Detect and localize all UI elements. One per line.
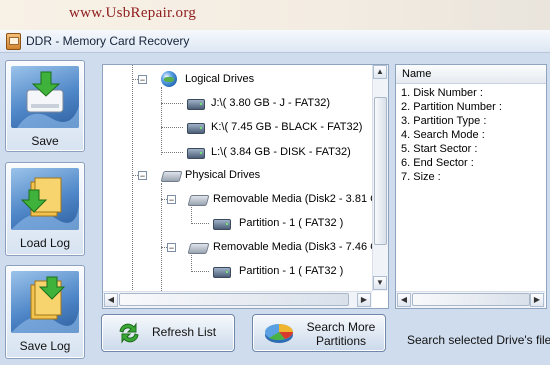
tree-line: [132, 65, 133, 290]
search-more-label-line2: Partitions: [315, 334, 367, 348]
scroll-up-button[interactable]: ▲: [373, 65, 387, 79]
refresh-icon: [119, 322, 139, 344]
tree-line: [161, 152, 183, 153]
app-icon: [6, 33, 21, 50]
drive-icon: [187, 123, 205, 134]
save-log-icon: [11, 271, 79, 333]
load-log-label: Load Log: [19, 236, 71, 250]
hard-disk-icon: [187, 195, 210, 206]
tree-line: [191, 271, 209, 272]
scroll-left-button[interactable]: ◀: [104, 293, 118, 307]
save-label: Save: [31, 134, 59, 148]
tree-line: [191, 207, 192, 224]
detail-disk-number: 1. Disk Number :: [401, 87, 483, 99]
top-banner: www.UsbRepair.org: [0, 0, 550, 30]
title-bar: DDR - Memory Card Recovery: [0, 30, 550, 53]
detail-search-mode: 4. Search Mode :: [401, 129, 485, 141]
drive-icon: [213, 267, 231, 278]
tree-node-disk3[interactable]: Removable Media (Disk3 - 7.46 G: [213, 238, 379, 256]
drive-icon: [213, 219, 231, 230]
tree-line: [161, 127, 183, 128]
save-log-button[interactable]: Save Log: [5, 265, 85, 359]
scroll-thumb[interactable]: [412, 293, 530, 306]
tree-line: [191, 255, 192, 272]
collapse-physical-toggle[interactable]: −: [138, 171, 147, 181]
details-horizontal-scrollbar[interactable]: ◀ ▶: [396, 291, 545, 308]
banner-url: www.UsbRepair.org: [69, 5, 197, 21]
detail-partition-number: 2. Partition Number :: [401, 101, 502, 113]
scroll-thumb[interactable]: [119, 293, 349, 306]
load-log-button[interactable]: Load Log: [5, 162, 85, 256]
search-more-partitions-button[interactable]: Search More Partitions: [252, 314, 386, 352]
tree-node-disk3-partition[interactable]: Partition - 1 ( FAT32 ): [239, 262, 343, 280]
collapse-disk3-toggle[interactable]: −: [167, 243, 176, 253]
tree-node-physical-drives[interactable]: Physical Drives: [185, 166, 260, 184]
scroll-right-button[interactable]: ▶: [530, 293, 544, 307]
tree-node-disk2[interactable]: Removable Media (Disk2 - 3.81 G: [213, 190, 379, 208]
detail-partition-type: 3. Partition Type :: [401, 115, 487, 127]
tree-vertical-scrollbar[interactable]: ▲ ▼: [372, 65, 388, 291]
globe-icon: [161, 71, 177, 87]
scroll-thumb[interactable]: [374, 97, 387, 245]
column-header-name[interactable]: Name: [396, 65, 546, 84]
collapse-logical-toggle[interactable]: −: [138, 75, 147, 85]
tree-line: [161, 87, 162, 155]
window-title: DDR - Memory Card Recovery: [26, 34, 190, 48]
tree-line: [191, 223, 209, 224]
scroll-down-button[interactable]: ▼: [373, 276, 387, 290]
tree-node-disk2-partition[interactable]: Partition - 1 ( FAT32 ): [239, 214, 343, 232]
collapse-disk2-toggle[interactable]: −: [167, 195, 176, 205]
refresh-list-button[interactable]: Refresh List: [101, 314, 235, 352]
detail-start-sector: 5. Start Sector :: [401, 143, 478, 155]
drive-icon: [187, 99, 205, 110]
tree-node-drive-j[interactable]: J:\( 3.80 GB - J - FAT32): [211, 94, 330, 112]
tree-node-drive-k[interactable]: K:\( 7.45 GB - BLACK - FAT32): [211, 118, 362, 136]
search-more-label-line1: Search More: [306, 320, 376, 334]
load-log-icon: [11, 168, 79, 230]
scroll-right-button[interactable]: ▶: [357, 293, 371, 307]
tree-horizontal-scrollbar[interactable]: ◀ ▶: [103, 291, 372, 308]
save-log-label: Save Log: [19, 339, 71, 353]
detail-size: 7. Size :: [401, 171, 441, 183]
tree-node-drive-l[interactable]: L:\( 3.84 GB - DISK - FAT32): [211, 143, 351, 161]
hard-disk-icon: [187, 243, 210, 254]
save-icon: [11, 66, 79, 128]
partition-details-panel[interactable]: Name 1. Disk Number : 2. Partition Numbe…: [395, 64, 547, 309]
save-button[interactable]: Save: [5, 60, 85, 152]
refresh-list-label: Refresh List: [152, 325, 217, 339]
drive-tree-panel[interactable]: − Logical Drives J:\( 3.80 GB - J - FAT3…: [102, 64, 389, 309]
tree-line: [161, 103, 183, 104]
tree-node-logical-drives[interactable]: Logical Drives: [185, 70, 254, 88]
pie-chart-icon: [265, 324, 293, 343]
column-header-label: Name: [402, 68, 432, 80]
scroll-left-button[interactable]: ◀: [397, 293, 411, 307]
hard-disk-icon: [160, 171, 183, 182]
drive-icon: [187, 148, 205, 159]
detail-end-sector: 6. End Sector :: [401, 157, 474, 169]
status-hint: Search selected Drive's file: [407, 333, 550, 347]
